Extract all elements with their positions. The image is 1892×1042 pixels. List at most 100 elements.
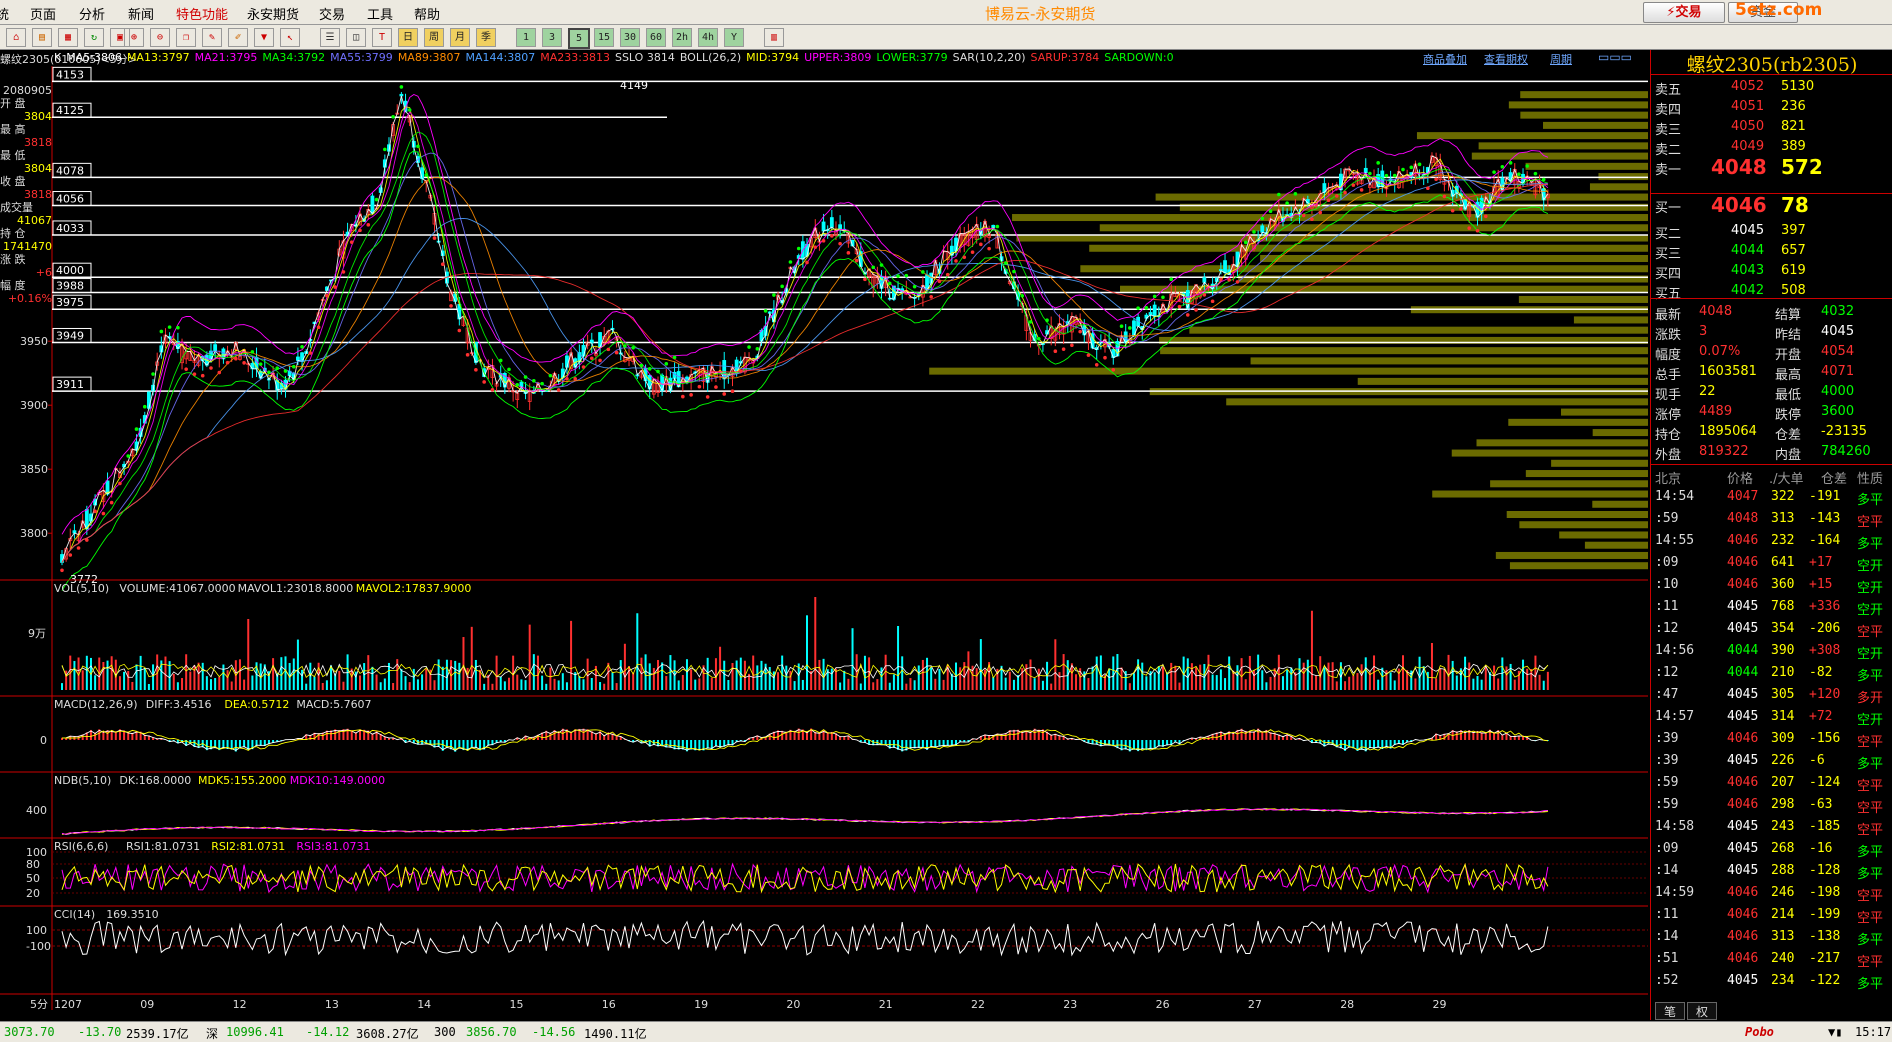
ask-price: 4050 xyxy=(1731,119,1765,134)
divider xyxy=(1651,193,1892,194)
sar-dot xyxy=(697,384,702,389)
period-month[interactable]: 月 xyxy=(450,28,470,47)
candle-body xyxy=(1152,304,1157,317)
stat-label: 涨停 xyxy=(1655,408,1682,423)
volume-profile-bar xyxy=(1584,541,1648,549)
tick-price: 4045 xyxy=(1727,819,1759,834)
menu-news[interactable]: 新闻 xyxy=(128,4,154,23)
menu-tools[interactable]: 工具 xyxy=(367,4,393,23)
sar-dot xyxy=(987,246,991,251)
level-label: 4033 xyxy=(56,222,84,235)
menu-analysis[interactable]: 分析 xyxy=(79,4,105,23)
overlay-link[interactable]: 商品叠加 xyxy=(1423,51,1467,67)
period-5m[interactable]: 5 xyxy=(568,28,590,49)
sar-dot xyxy=(887,281,892,286)
period-2h[interactable]: 2h xyxy=(672,28,692,47)
tick-icon[interactable]: T xyxy=(372,28,392,47)
cci-line xyxy=(61,919,1549,957)
volume-profile-bar xyxy=(1592,429,1648,437)
tick-time: :11 xyxy=(1655,907,1679,922)
period-15m[interactable]: 15 xyxy=(594,28,614,47)
zoom-in-icon[interactable]: ⊕ xyxy=(124,28,144,47)
kline-chart[interactable]: 4153412540784056403340003988397539493911… xyxy=(0,66,1648,1010)
window-controls-icon[interactable]: ▭▭▭ xyxy=(1598,50,1632,64)
zoom-out-icon[interactable]: ⊖ xyxy=(150,28,170,47)
home-icon[interactable]: ⌂ xyxy=(6,28,26,47)
ndb-line xyxy=(61,808,1548,835)
split-icon[interactable]: ◫ xyxy=(346,28,366,47)
indicator-14: SAR(10,2,20) xyxy=(952,51,1026,64)
sar-dot xyxy=(449,304,453,308)
tick-row: 14:59 4046 246 -198 空平 xyxy=(1651,882,1892,904)
menu-help[interactable]: 帮助 xyxy=(414,4,440,23)
menu-bar: 统 页面 分析 新闻 特色功能 永安期货 交易 工具 帮助 博易云-永安期货 ⚡… xyxy=(0,0,1892,25)
calculator-icon[interactable]: ▥ xyxy=(764,28,784,47)
volume-profile-bar xyxy=(1525,162,1648,170)
menu-features[interactable]: 特色功能 xyxy=(176,4,228,23)
sar-dot xyxy=(1078,329,1082,334)
folder-icon[interactable]: ▤ xyxy=(32,28,52,47)
period-link[interactable]: 周期 xyxy=(1550,51,1572,67)
sar-dot xyxy=(126,454,131,458)
refresh-icon[interactable]: ↻ xyxy=(84,28,104,47)
rsi-axis-label: 50 xyxy=(26,872,40,885)
period-quarter[interactable]: 季 xyxy=(476,28,496,47)
sar-dot xyxy=(349,240,354,244)
ndb-axis-label: 400 xyxy=(26,804,47,817)
sar-dot xyxy=(523,375,528,379)
tick-price: 4048 xyxy=(1727,511,1759,526)
stat-value: 1603581 xyxy=(1699,364,1757,379)
sar-dot xyxy=(358,228,362,233)
tab-1[interactable]: 权 xyxy=(1687,1002,1717,1020)
table-icon[interactable]: ☰ xyxy=(320,28,340,47)
sar-dot xyxy=(184,367,188,371)
filter-icon[interactable]: ▼ xyxy=(254,28,274,47)
tick-price: 4046 xyxy=(1727,929,1759,944)
menu-yongan[interactable]: 永安期货 xyxy=(247,4,299,23)
sar-dot xyxy=(1152,294,1157,299)
tick-volume: 234 xyxy=(1771,973,1795,988)
options-link[interactable]: 查看期权 xyxy=(1484,51,1528,67)
period-4h[interactable]: 4h xyxy=(698,28,718,47)
bid-row: 买四 4043 619 xyxy=(1651,261,1892,282)
period-week[interactable]: 周 xyxy=(424,28,444,47)
sar-dot xyxy=(407,108,412,112)
window-icon[interactable]: ▦ xyxy=(58,28,78,47)
period-30m[interactable]: 30 xyxy=(620,28,640,47)
period-3m[interactable]: 3 xyxy=(542,28,562,47)
period-year[interactable]: Y xyxy=(724,28,744,47)
contract-title: 螺纹2305(rb2305) xyxy=(1651,50,1892,76)
tick-nature: 多平 xyxy=(1857,537,1884,552)
tick-price: 4045 xyxy=(1727,973,1759,988)
sar-dot xyxy=(647,367,652,371)
tick-time: :14 xyxy=(1655,863,1679,878)
stat-label: 昨结 xyxy=(1775,328,1802,343)
period-60m[interactable]: 60 xyxy=(646,28,666,47)
sar-dot xyxy=(846,251,851,255)
menu-page[interactable]: 页面 xyxy=(30,4,56,23)
status-bar: 3073.70 -13.70 2539.17亿 深 10996.41 -14.1… xyxy=(0,1021,1892,1042)
period-1m[interactable]: 1 xyxy=(516,28,536,47)
tick-time: :11 xyxy=(1655,599,1679,614)
period-day[interactable]: 日 xyxy=(398,28,418,47)
price-tick-label: 3800 xyxy=(20,527,48,540)
candle-body xyxy=(370,195,375,214)
sar-dot xyxy=(1293,192,1298,196)
pointer-icon[interactable]: ↖ xyxy=(280,28,300,47)
tab-0[interactable]: 笔 xyxy=(1655,1002,1685,1020)
menu-system[interactable]: 统 xyxy=(0,4,9,23)
copy-icon[interactable]: ❐ xyxy=(176,28,196,47)
sar-dot xyxy=(68,553,73,557)
sar-dot xyxy=(93,509,97,514)
tick-row: :14 4046 313 -138 多平 xyxy=(1651,926,1892,948)
indicator-5: MA55:3799 xyxy=(330,51,393,64)
indicator-values: K MA5:3806 MA13:3797 MA21:3795 MA34:3792 MA55… xyxy=(54,51,1179,64)
bid-label: 买五 xyxy=(1655,287,1682,302)
trade-button[interactable]: ⚡交易 xyxy=(1643,2,1725,23)
brush-icon[interactable]: ✐ xyxy=(228,28,248,47)
draw-icon[interactable]: ✎ xyxy=(202,28,222,47)
menu-trade[interactable]: 交易 xyxy=(319,4,345,23)
tick-oi-change: -191 xyxy=(1809,489,1841,504)
tick-nature: 空开 xyxy=(1857,581,1884,596)
sar-dot xyxy=(200,373,205,378)
